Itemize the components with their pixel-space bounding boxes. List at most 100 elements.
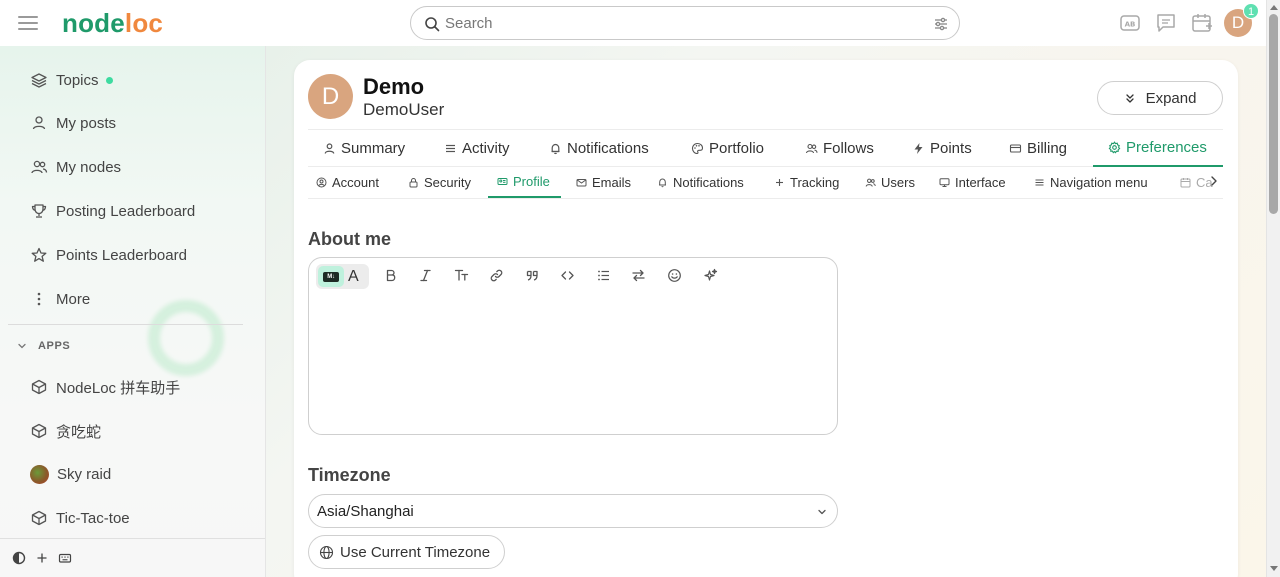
gear-icon	[1108, 141, 1121, 154]
subtab-navigation-menu[interactable]: Navigation menu	[1034, 167, 1148, 198]
tab-label: Summary	[341, 140, 406, 157]
bullet-list-icon[interactable]	[592, 264, 614, 286]
tab-follows[interactable]: Follows	[805, 130, 874, 167]
timezone-title: Timezone	[308, 465, 391, 485]
scroll-down-arrow-icon[interactable]	[1270, 566, 1278, 572]
chat-icon[interactable]	[1155, 12, 1177, 34]
use-current-timezone-button[interactable]: Use Current Timezone	[308, 535, 505, 569]
subtab-interface[interactable]: Interface	[939, 167, 1006, 198]
expand-label: Expand	[1145, 89, 1197, 107]
emoji-icon[interactable]	[663, 264, 685, 286]
search-filter-icon[interactable]	[933, 16, 949, 32]
layers-icon	[30, 71, 48, 89]
sidebar-item-label: Posting Leaderboard	[56, 202, 196, 220]
mail-icon	[576, 177, 587, 188]
decorative-ring	[148, 300, 224, 376]
bold-icon[interactable]	[379, 264, 401, 286]
tab-notifications[interactable]: Notifications	[549, 130, 649, 167]
users-icon	[805, 142, 818, 155]
logo-text-node: node	[62, 8, 125, 38]
expand-button[interactable]: Expand	[1097, 81, 1223, 115]
sidebar-app-sky-raid[interactable]: Sky raid	[30, 462, 111, 486]
subtab-label: Users	[881, 175, 915, 190]
theme-toggle-icon[interactable]	[12, 551, 26, 565]
sidebar-app-snake[interactable]: 贪吃蛇	[30, 419, 101, 443]
sidebar-item-points-leaderboard[interactable]: Points Leaderboard	[30, 243, 187, 267]
palette-icon	[691, 142, 704, 155]
sidebar: Topics My posts My nodes Posting Leaderb…	[0, 46, 266, 577]
timezone-select[interactable]: Asia/Shanghai	[308, 494, 838, 528]
tab-label: Preferences	[1126, 139, 1207, 156]
subtab-tracking[interactable]: Tracking	[774, 167, 839, 198]
list-icon	[444, 142, 457, 155]
subtab-emails[interactable]: Emails	[576, 167, 631, 198]
cube-icon	[30, 378, 48, 396]
users-icon	[865, 177, 876, 188]
plus-icon[interactable]	[35, 551, 49, 565]
sidebar-app-tic-tac-toe[interactable]: Tic-Tac-toe	[30, 506, 130, 530]
tab-preferences[interactable]: Preferences	[1093, 130, 1223, 167]
markdown-icon: M↓	[323, 271, 339, 282]
sidebar-app-nodeloc-carpool[interactable]: NodeLoc 拼车助手	[30, 375, 180, 399]
scroll-up-arrow-icon[interactable]	[1270, 4, 1278, 10]
subtab-calendar[interactable]: Ca	[1180, 167, 1213, 198]
tab-billing[interactable]: Billing	[1009, 130, 1067, 167]
cube-icon	[30, 509, 48, 527]
sidebar-item-my-posts[interactable]: My posts	[30, 111, 116, 135]
keyboard-icon[interactable]	[58, 551, 72, 565]
subtab-users[interactable]: Users	[865, 167, 915, 198]
subtab-security[interactable]: Security	[408, 167, 471, 198]
bolt-icon	[912, 142, 925, 155]
preferences-subtabs: Account Security Profile Emails Notifica…	[308, 167, 1223, 199]
sidebar-item-topics[interactable]: Topics	[30, 68, 113, 92]
search-bar[interactable]	[410, 6, 960, 40]
tab-summary[interactable]: Summary	[323, 130, 405, 167]
swap-direction-icon[interactable]	[627, 264, 649, 286]
quote-icon[interactable]	[521, 264, 543, 286]
markdown-mode-button[interactable]: M↓	[318, 266, 344, 287]
profile-username: DemoUser	[363, 100, 445, 119]
search-input[interactable]	[445, 11, 925, 35]
page-scrollbar[interactable]	[1266, 0, 1280, 577]
tab-label: Activity	[462, 140, 510, 157]
subtab-profile[interactable]: Profile	[488, 167, 561, 198]
code-icon[interactable]	[556, 264, 578, 286]
calendar-add-icon[interactable]	[1191, 12, 1213, 34]
tab-activity[interactable]: Activity	[444, 130, 510, 167]
italic-icon[interactable]	[414, 264, 436, 286]
new-activity-dot	[105, 76, 113, 84]
subtab-notifications[interactable]: Notifications	[657, 167, 744, 198]
globe-icon	[319, 545, 334, 560]
sky-raid-icon	[30, 464, 49, 484]
profile-name: Demo	[363, 74, 425, 99]
translate-icon[interactable]: AB	[1119, 12, 1141, 34]
sidebar-item-more[interactable]: More	[30, 287, 90, 311]
trophy-icon	[30, 202, 48, 220]
subtab-label: Account	[332, 175, 379, 190]
tab-label: Points	[930, 140, 972, 157]
rich-text-mode-button[interactable]: A	[348, 266, 359, 287]
tab-portfolio[interactable]: Portfolio	[691, 130, 764, 167]
sidebar-item-label: Sky raid	[57, 465, 112, 483]
monitor-icon	[939, 177, 950, 188]
link-icon[interactable]	[485, 264, 507, 286]
chevron-right-icon[interactable]	[1209, 174, 1219, 188]
search-icon	[424, 16, 440, 32]
timezone-value: Asia/Shanghai	[317, 503, 414, 520]
chevron-down-icon	[16, 340, 28, 352]
sidebar-item-posting-leaderboard[interactable]: Posting Leaderboard	[30, 199, 195, 223]
sparkles-icon[interactable]	[699, 264, 721, 286]
hamburger-menu-icon[interactable]	[17, 13, 39, 33]
editor-mode-toggle[interactable]: M↓ A	[316, 264, 369, 289]
tab-points[interactable]: Points	[912, 130, 972, 167]
subtab-label: Profile	[513, 174, 550, 189]
scrollbar-thumb[interactable]	[1269, 14, 1278, 214]
users-icon	[30, 158, 48, 176]
heading-icon[interactable]	[450, 264, 472, 286]
apps-section-header[interactable]: APPS	[16, 340, 70, 352]
svg-text:AB: AB	[1125, 21, 1136, 29]
sidebar-item-my-nodes[interactable]: My nodes	[30, 155, 121, 179]
site-logo[interactable]: nodeloc	[62, 8, 163, 38]
cube-icon	[30, 422, 48, 440]
subtab-account[interactable]: Account	[316, 167, 379, 198]
